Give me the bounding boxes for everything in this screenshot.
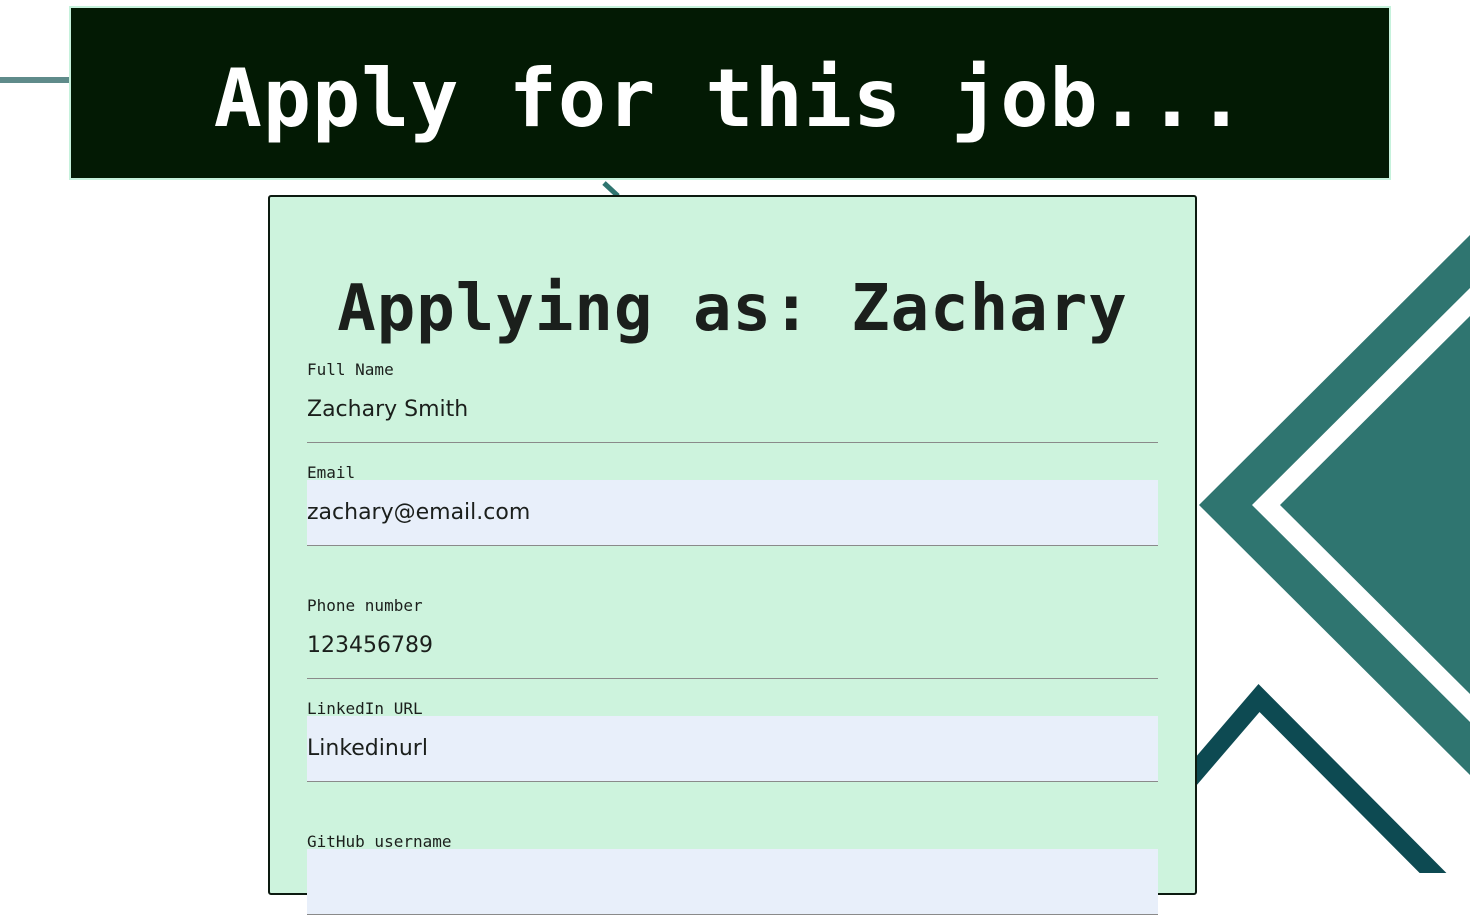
linkedin-input[interactable] <box>307 716 1158 782</box>
page-title: Apply for this job... <box>213 51 1247 145</box>
github-label: GitHub username <box>307 832 452 851</box>
phone-input[interactable] <box>307 613 1158 679</box>
email-label: Email <box>307 463 356 482</box>
linkedin-label: LinkedIn URL <box>307 699 423 718</box>
phone-label: Phone number <box>307 596 423 615</box>
full-name-label: Full Name <box>307 360 394 379</box>
form-heading: Applying as: Zachary <box>337 272 1128 346</box>
full-name-input[interactable] <box>307 377 1158 443</box>
email-input[interactable] <box>307 480 1158 546</box>
header-banner: Apply for this job... <box>69 6 1391 180</box>
github-input[interactable] <box>307 849 1158 915</box>
application-form: Applying as: Zachary Full Name Email Pho… <box>268 195 1197 915</box>
deco-chevron <box>1172 684 1447 873</box>
